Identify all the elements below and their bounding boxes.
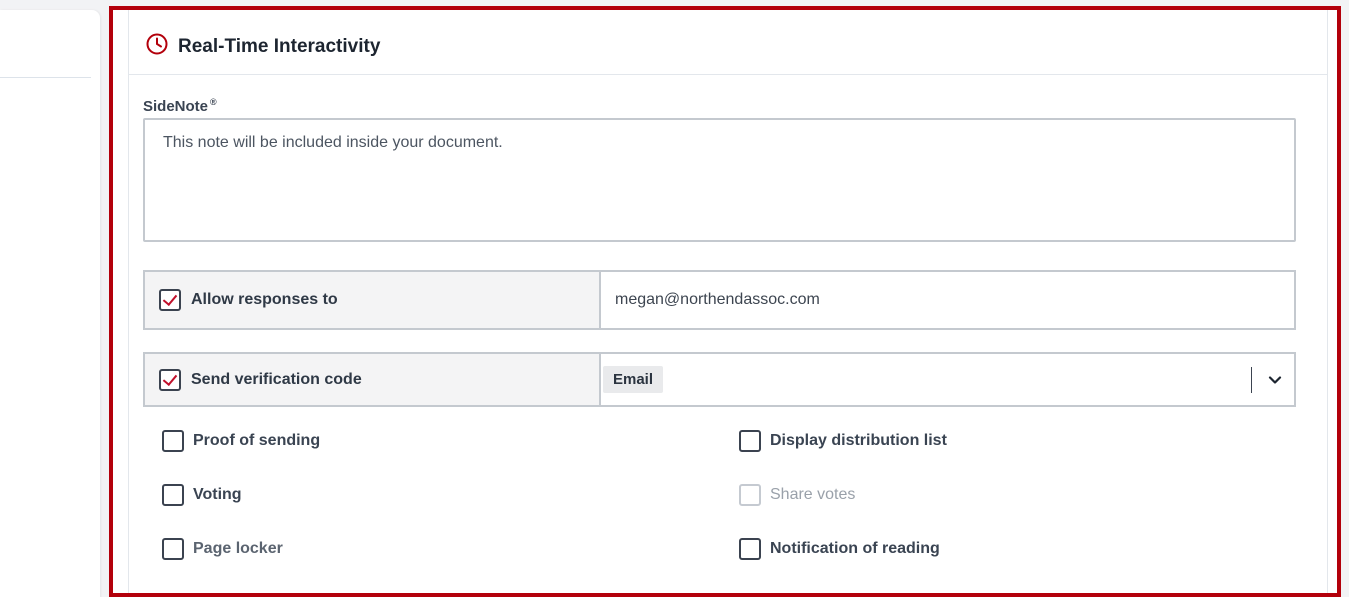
proof-of-sending-option[interactable]: Proof of sending	[162, 430, 320, 452]
allow-responses-row: Allow responses to megan@northendassoc.c…	[143, 270, 1296, 330]
registered-mark: ®	[210, 97, 217, 107]
proof-of-sending-checkbox[interactable]	[162, 430, 184, 452]
display-distribution-list-checkbox[interactable]	[739, 430, 761, 452]
left-panel	[0, 10, 100, 597]
page-locker-label: Page locker	[193, 540, 283, 557]
allow-responses-toggle[interactable]: Allow responses to	[145, 272, 601, 328]
verification-row: Send verification code Email	[143, 352, 1296, 407]
page-locker-option[interactable]: Page locker	[162, 538, 283, 560]
sidenote-textarea[interactable]: This note will be included inside your d…	[143, 118, 1296, 242]
selected-method-chip: Email	[603, 366, 664, 393]
voting-label: Voting	[193, 486, 242, 503]
notification-of-reading-checkbox[interactable]	[739, 538, 761, 560]
sidenote-label-text: SideNote	[143, 98, 209, 115]
send-verification-toggle[interactable]: Send verification code	[145, 354, 601, 405]
allow-responses-checkbox[interactable]	[159, 289, 181, 311]
sidenote-placeholder: This note will be included inside your d…	[163, 134, 503, 151]
interactivity-card: Real-Time Interactivity SideNote ® This n…	[128, 10, 1328, 593]
notification-of-reading-option[interactable]: Notification of reading	[739, 538, 940, 560]
responses-email-value: megan@northendassoc.com	[615, 291, 820, 308]
page-locker-checkbox[interactable]	[162, 538, 184, 560]
share-votes-label: Share votes	[770, 486, 856, 503]
display-distribution-list-label: Display distribution list	[770, 432, 947, 449]
share-votes-option: Share votes	[739, 484, 855, 506]
voting-checkbox[interactable]	[162, 484, 184, 506]
verification-method-select[interactable]: Email	[601, 354, 1294, 405]
proof-of-sending-label: Proof of sending	[193, 432, 321, 449]
card-header: Real-Time Interactivity	[129, 10, 1328, 75]
responses-email-input[interactable]: megan@northendassoc.com	[601, 272, 1294, 328]
sidenote-label: SideNote ®	[143, 97, 217, 115]
share-votes-checkbox	[739, 484, 761, 506]
display-distribution-list-option[interactable]: Display distribution list	[739, 430, 947, 452]
clock-icon	[146, 33, 168, 55]
select-separator	[1251, 367, 1252, 393]
highlight-frame: Real-Time Interactivity SideNote ® This n…	[109, 6, 1341, 597]
allow-responses-label: Allow responses to	[191, 291, 338, 308]
voting-option[interactable]: Voting	[162, 484, 242, 506]
section-title: Real-Time Interactivity	[178, 36, 381, 57]
chevron-down-icon[interactable]	[1268, 373, 1282, 387]
notification-of-reading-label: Notification of reading	[770, 540, 940, 557]
send-verification-checkbox[interactable]	[159, 368, 181, 391]
left-panel-divider	[0, 77, 91, 78]
send-verification-label: Send verification code	[191, 370, 362, 388]
